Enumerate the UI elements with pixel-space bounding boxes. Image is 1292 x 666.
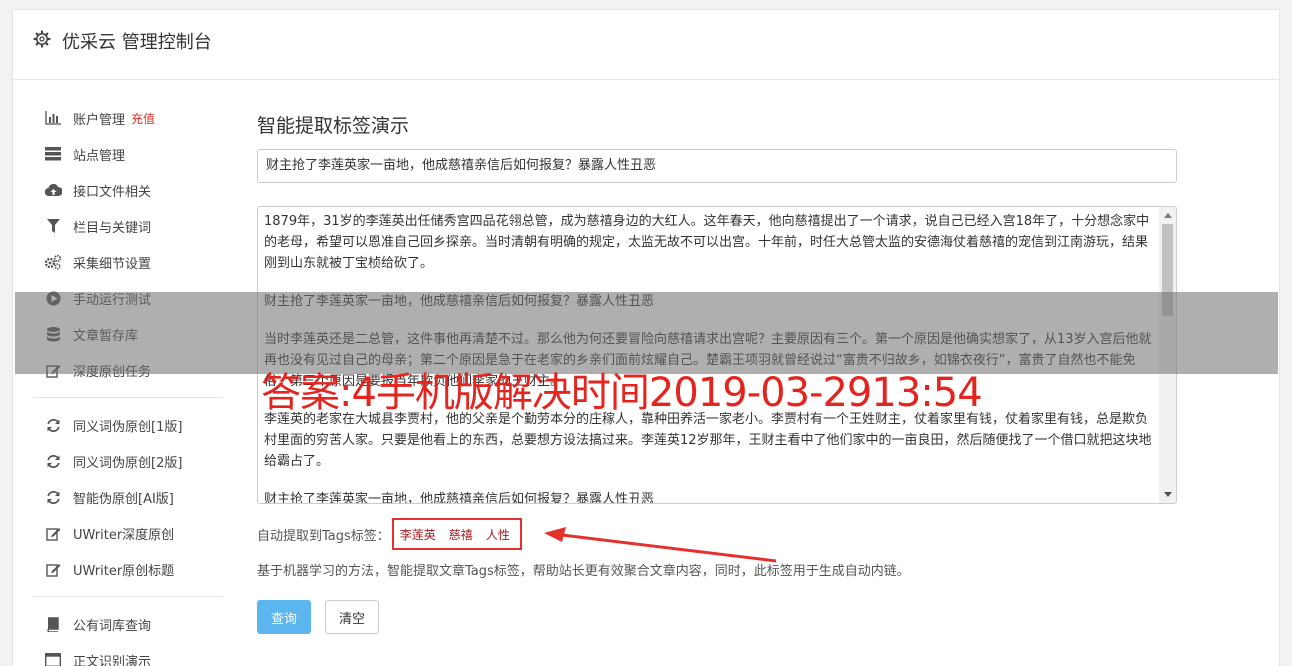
cloud-upload-icon [44, 181, 62, 199]
play-circle-icon [44, 289, 62, 307]
scroll-thumb[interactable] [1162, 224, 1173, 316]
content-paragraph: 1879年，31岁的李莲英出任储秀宫四品花翎总管，成为慈禧身边的大红人。这年春天… [264, 214, 1150, 271]
sidebar-item-label: 深度原创任务 [73, 364, 152, 380]
sidebar-item-label: 站点管理 [73, 148, 126, 164]
content-paragraph: 财主抢了李莲英家一亩地，他成慈禧亲信后如何报复？暴露人性丑恶 [264, 492, 655, 504]
gear-icon [33, 30, 51, 48]
sidebar-divider [33, 397, 223, 398]
sidebar-item-synonym-v1[interactable]: 同义词伪原创[1版] [33, 407, 223, 443]
recharge-link[interactable]: 充值 [131, 110, 155, 127]
page-title: 优采云 管理控制台 [62, 32, 212, 53]
bar-chart-icon [44, 109, 62, 127]
refresh-icon [44, 488, 62, 506]
filter-icon [44, 217, 62, 235]
sidebar-item-article-store[interactable]: 文章暂存库 [33, 316, 223, 352]
sidebar-item-account[interactable]: 账户管理 充值 [33, 100, 223, 136]
sidebar-item-label: 账户管理 [73, 112, 126, 128]
content-paragraph: 财主抢了李莲英家一亩地，他成慈禧亲信后如何报复？暴露人性丑恶 [264, 294, 655, 309]
sidebar-item-manual-run[interactable]: 手动运行测试 [33, 280, 223, 316]
sidebar-item-api-files[interactable]: 接口文件相关 [33, 172, 223, 208]
console-panel: 优采云 管理控制台 账户管理 充值 站点管理 接口文件相关 栏目与关键词 采集细… [12, 9, 1280, 666]
edit-icon [44, 361, 62, 379]
server-icon [44, 145, 62, 163]
database-icon [44, 325, 62, 343]
cogs-icon [44, 253, 62, 271]
edit-icon [44, 524, 62, 542]
sidebar-item-uwriter-deep[interactable]: UWriter深度原创 [33, 515, 223, 551]
sidebar-item-label: 栏目与关键词 [73, 220, 152, 236]
sidebar-item-label: 同义词伪原创[1版] [73, 419, 183, 435]
article-content: 1879年，31岁的李莲英出任储秀宫四品花翎总管，成为慈禧身边的大红人。这年春天… [264, 211, 1152, 504]
content-paragraph: 当时李莲英还是二总管，这件事他再清楚不过。那么他为何还要冒险向慈禧请求出宫呢？主… [264, 332, 1152, 389]
article-content-textarea[interactable]: 1879年，31岁的李莲英出任储秀宫四品花翎总管，成为慈禧身边的大红人。这年春天… [257, 206, 1177, 504]
sidebar-item-columns[interactable]: 栏目与关键词 [33, 208, 223, 244]
refresh-icon [44, 416, 62, 434]
tag: 慈禧 [448, 527, 473, 542]
sidebar-item-label: 智能伪原创[AI版] [73, 491, 174, 507]
tags-label: 自动提取到Tags标签： [257, 528, 390, 544]
sidebar-item-label: 公有词库查询 [73, 618, 152, 634]
sidebar-item-public-lexicon[interactable]: 公有词库查询 [33, 606, 223, 642]
sidebar-item-label: UWriter深度原创 [73, 527, 175, 543]
sidebar-item-label: 文章暂存库 [73, 328, 139, 344]
page-header: 优采云 管理控制台 [13, 10, 1279, 80]
sidebar-item-label: 正文识别演示 [73, 654, 152, 666]
sidebar-item-synonym-v2[interactable]: 同义词伪原创[2版] [33, 443, 223, 479]
main-content: 智能提取标签演示 财主抢了李莲英家一亩地，他成慈禧亲信后如何报复？暴露人性丑恶 … [257, 108, 1177, 634]
feature-description: 基于机器学习的方法，智能提取文章Tags标签，帮助站长更有效聚合文章内容，同时，… [257, 564, 910, 579]
sidebar-item-sites[interactable]: 站点管理 [33, 136, 223, 172]
sidebar-divider [33, 596, 223, 597]
article-title-input[interactable]: 财主抢了李莲英家一亩地，他成慈禧亲信后如何报复？暴露人性丑恶 [257, 149, 1177, 183]
scroll-down-arrow[interactable] [1164, 492, 1172, 497]
sidebar-item-label: UWriter原创标题 [73, 563, 175, 579]
textarea-scrollbar[interactable] [1159, 207, 1176, 503]
refresh-icon [44, 452, 62, 470]
tags-row: 自动提取到Tags标签： 李莲英 慈禧 人性 [257, 518, 522, 550]
tag: 人性 [485, 527, 510, 542]
sidebar-item-label: 同义词伪原创[2版] [73, 455, 183, 471]
window-icon [44, 651, 62, 666]
sidebar-item-uwriter-title[interactable]: UWriter原创标题 [33, 551, 223, 587]
sidebar: 账户管理 充值 站点管理 接口文件相关 栏目与关键词 采集细节设置 手动运行测试… [33, 100, 223, 666]
sidebar-item-deep-original[interactable]: 深度原创任务 [33, 352, 223, 388]
sidebar-item-label: 接口文件相关 [73, 184, 152, 200]
content-paragraph: 李莲英的老家在大城县李贾村，他的父亲是个勤劳本分的庄稼人，靠种田养活一家老小。李… [264, 412, 1152, 469]
clear-button[interactable]: 清空 [325, 600, 379, 634]
section-title: 智能提取标签演示 [257, 115, 410, 137]
query-button[interactable]: 查询 [257, 600, 311, 634]
sidebar-item-collect-settings[interactable]: 采集细节设置 [33, 244, 223, 280]
tags-highlight-box: 李莲英 慈禧 人性 [391, 518, 522, 550]
tag: 李莲英 [399, 527, 436, 542]
sidebar-item-label: 采集细节设置 [73, 256, 152, 272]
sidebar-item-ai-rewrite[interactable]: 智能伪原创[AI版] [33, 479, 223, 515]
edit-icon [44, 560, 62, 578]
sidebar-item-label: 手动运行测试 [73, 292, 152, 308]
sidebar-item-text-recognition[interactable]: 正文识别演示 [33, 642, 223, 666]
book-icon [44, 615, 62, 633]
scroll-up-arrow[interactable] [1164, 213, 1172, 218]
